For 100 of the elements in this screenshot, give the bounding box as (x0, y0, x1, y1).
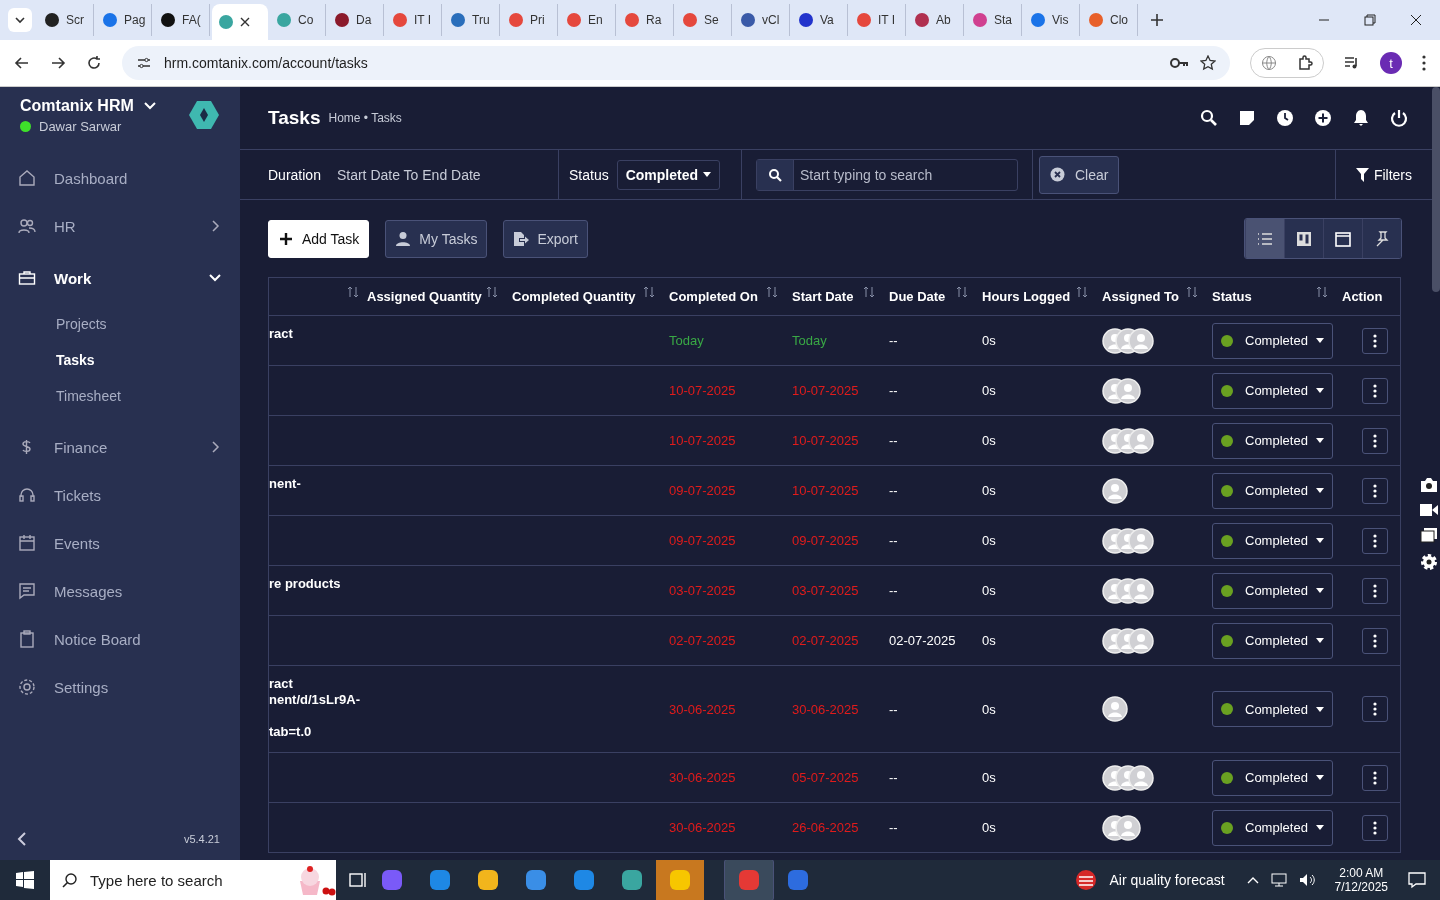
weather-icon[interactable] (1075, 869, 1098, 891)
column-header[interactable]: Completed Quantity (512, 289, 636, 304)
browser-tab[interactable]: Se (676, 4, 732, 36)
column-header[interactable]: Due Date (889, 289, 946, 304)
media-icon[interactable] (1344, 55, 1360, 71)
browser-tab[interactable]: Tru (444, 4, 500, 36)
browser-tab[interactable]: Clo (1082, 4, 1138, 36)
status-dropdown[interactable]: Completed (1212, 422, 1333, 459)
close-icon[interactable] (1410, 14, 1422, 26)
power-icon[interactable] (1390, 109, 1408, 127)
filters-button[interactable]: Filters (1349, 165, 1418, 184)
profile-avatar[interactable]: t (1380, 52, 1402, 74)
windows-start-icon[interactable] (16, 871, 34, 889)
globe-icon[interactable] (1261, 55, 1277, 71)
notification-icon[interactable] (1408, 871, 1426, 889)
more-actions-button[interactable] (1362, 477, 1388, 504)
pin-view-button[interactable] (1362, 219, 1401, 258)
column-header[interactable]: Status (1212, 289, 1252, 304)
export-button[interactable]: Export (503, 219, 588, 258)
status-dropdown[interactable]: Completed (1212, 622, 1333, 659)
browser-tab[interactable]: Scr (38, 4, 94, 36)
task-view-icon[interactable] (348, 871, 368, 889)
nav-subitem[interactable]: Tasks (0, 342, 240, 378)
search-icon[interactable] (1200, 109, 1218, 127)
restore-icon[interactable] (1364, 14, 1376, 26)
add-task-button[interactable]: Add Task (268, 219, 370, 258)
chevron-down-icon[interactable] (143, 101, 156, 110)
plus-icon[interactable] (1314, 109, 1332, 127)
sort-icon[interactable] (347, 286, 359, 298)
column-header[interactable]: Completed On (669, 289, 758, 304)
more-actions-button[interactable] (1362, 377, 1388, 404)
collapse-icon[interactable] (16, 832, 28, 846)
status-dropdown[interactable]: Completed (1212, 691, 1333, 727)
status-dropdown[interactable]: Completed (1212, 572, 1333, 609)
nav-item[interactable]: Work (0, 250, 240, 306)
new-tab-icon[interactable] (1150, 13, 1164, 27)
avatar-group[interactable] (1102, 764, 1154, 791)
search-field[interactable]: Start typing to search (794, 159, 1017, 190)
more-actions-button[interactable] (1362, 527, 1388, 554)
browser-tab[interactable]: Sta (966, 4, 1022, 36)
avatar-group[interactable] (1102, 427, 1154, 454)
nav-item[interactable]: Dashboard (0, 154, 240, 202)
column-header[interactable]: Assigned To (1102, 289, 1180, 304)
column-header[interactable]: Start Date (792, 289, 854, 304)
list-view-button[interactable] (1245, 219, 1284, 258)
avatar-group[interactable] (1102, 377, 1141, 404)
clear-button[interactable]: Clear (1039, 155, 1120, 194)
nav-subitem[interactable]: Timesheet (0, 378, 240, 414)
clock-icon[interactable] (1276, 109, 1294, 127)
avatar-group[interactable] (1102, 577, 1154, 604)
key-icon[interactable] (1170, 57, 1188, 69)
nav-item[interactable]: HR (0, 202, 240, 250)
browser-tab[interactable]: Ab (908, 4, 964, 36)
avatar-group[interactable] (1102, 327, 1154, 354)
status-dropdown[interactable]: Completed (1212, 472, 1333, 509)
avatar-group[interactable] (1102, 814, 1141, 841)
nav-item[interactable]: Tickets (0, 471, 240, 519)
column-header[interactable]: Hours Logged (982, 289, 1071, 304)
close-icon[interactable] (240, 17, 250, 27)
chevron-up-icon[interactable] (1246, 876, 1259, 884)
browser-tab[interactable]: En (560, 4, 616, 36)
settings-icon[interactable] (1420, 553, 1438, 571)
taskbar-search-box[interactable]: Type here to search (50, 860, 336, 900)
status-dropdown[interactable]: Completed (616, 159, 721, 190)
menu-icon[interactable] (1422, 55, 1426, 71)
status-dropdown[interactable]: Completed (1212, 522, 1333, 559)
sort-icon[interactable] (863, 286, 875, 298)
browser-tab[interactable]: Pri (502, 4, 558, 36)
sort-icon[interactable] (1186, 286, 1198, 298)
sort-icon[interactable] (486, 286, 498, 298)
clock[interactable]: 2:00 AM 7/12/2025 (1334, 866, 1388, 894)
browser-tab[interactable]: Pag (96, 4, 152, 36)
column-header[interactable]: Assigned Quantity (367, 289, 482, 304)
date-range-field[interactable]: Start Date To End Date (336, 166, 481, 183)
address-bar[interactable]: hrm.comtanix.com/account/tasks (122, 46, 1230, 80)
nav-item[interactable]: Notice Board (0, 615, 240, 663)
avatar-group[interactable] (1102, 527, 1154, 554)
avatar-group[interactable] (1102, 627, 1154, 654)
camera-icon[interactable] (1420, 477, 1438, 493)
nav-subitem[interactable]: Projects (0, 306, 240, 342)
more-actions-button[interactable] (1362, 427, 1388, 454)
back-icon[interactable] (14, 55, 30, 71)
sort-icon[interactable] (643, 286, 655, 298)
sort-icon[interactable] (1076, 286, 1088, 298)
video-icon[interactable] (1420, 503, 1438, 517)
search-button[interactable] (757, 159, 794, 190)
browser-tab[interactable]: IT I (386, 4, 442, 36)
browser-tab[interactable]: IT I (850, 4, 906, 36)
search-box[interactable]: Start typing to search (756, 158, 1018, 191)
avatar-group[interactable] (1102, 696, 1128, 722)
column-header[interactable]: Action (1342, 289, 1383, 304)
status-dropdown[interactable]: Completed (1212, 759, 1333, 796)
company-name[interactable]: Comtanix HRM (20, 96, 134, 115)
browser-tab[interactable]: Vis (1024, 4, 1080, 36)
my-tasks-button[interactable]: My Tasks (385, 219, 488, 258)
tab-search-button[interactable] (8, 8, 32, 32)
volume-icon[interactable] (1298, 873, 1315, 887)
nav-item[interactable]: Messages (0, 567, 240, 615)
sort-icon[interactable] (766, 286, 778, 298)
windows-icon[interactable] (1420, 527, 1438, 543)
